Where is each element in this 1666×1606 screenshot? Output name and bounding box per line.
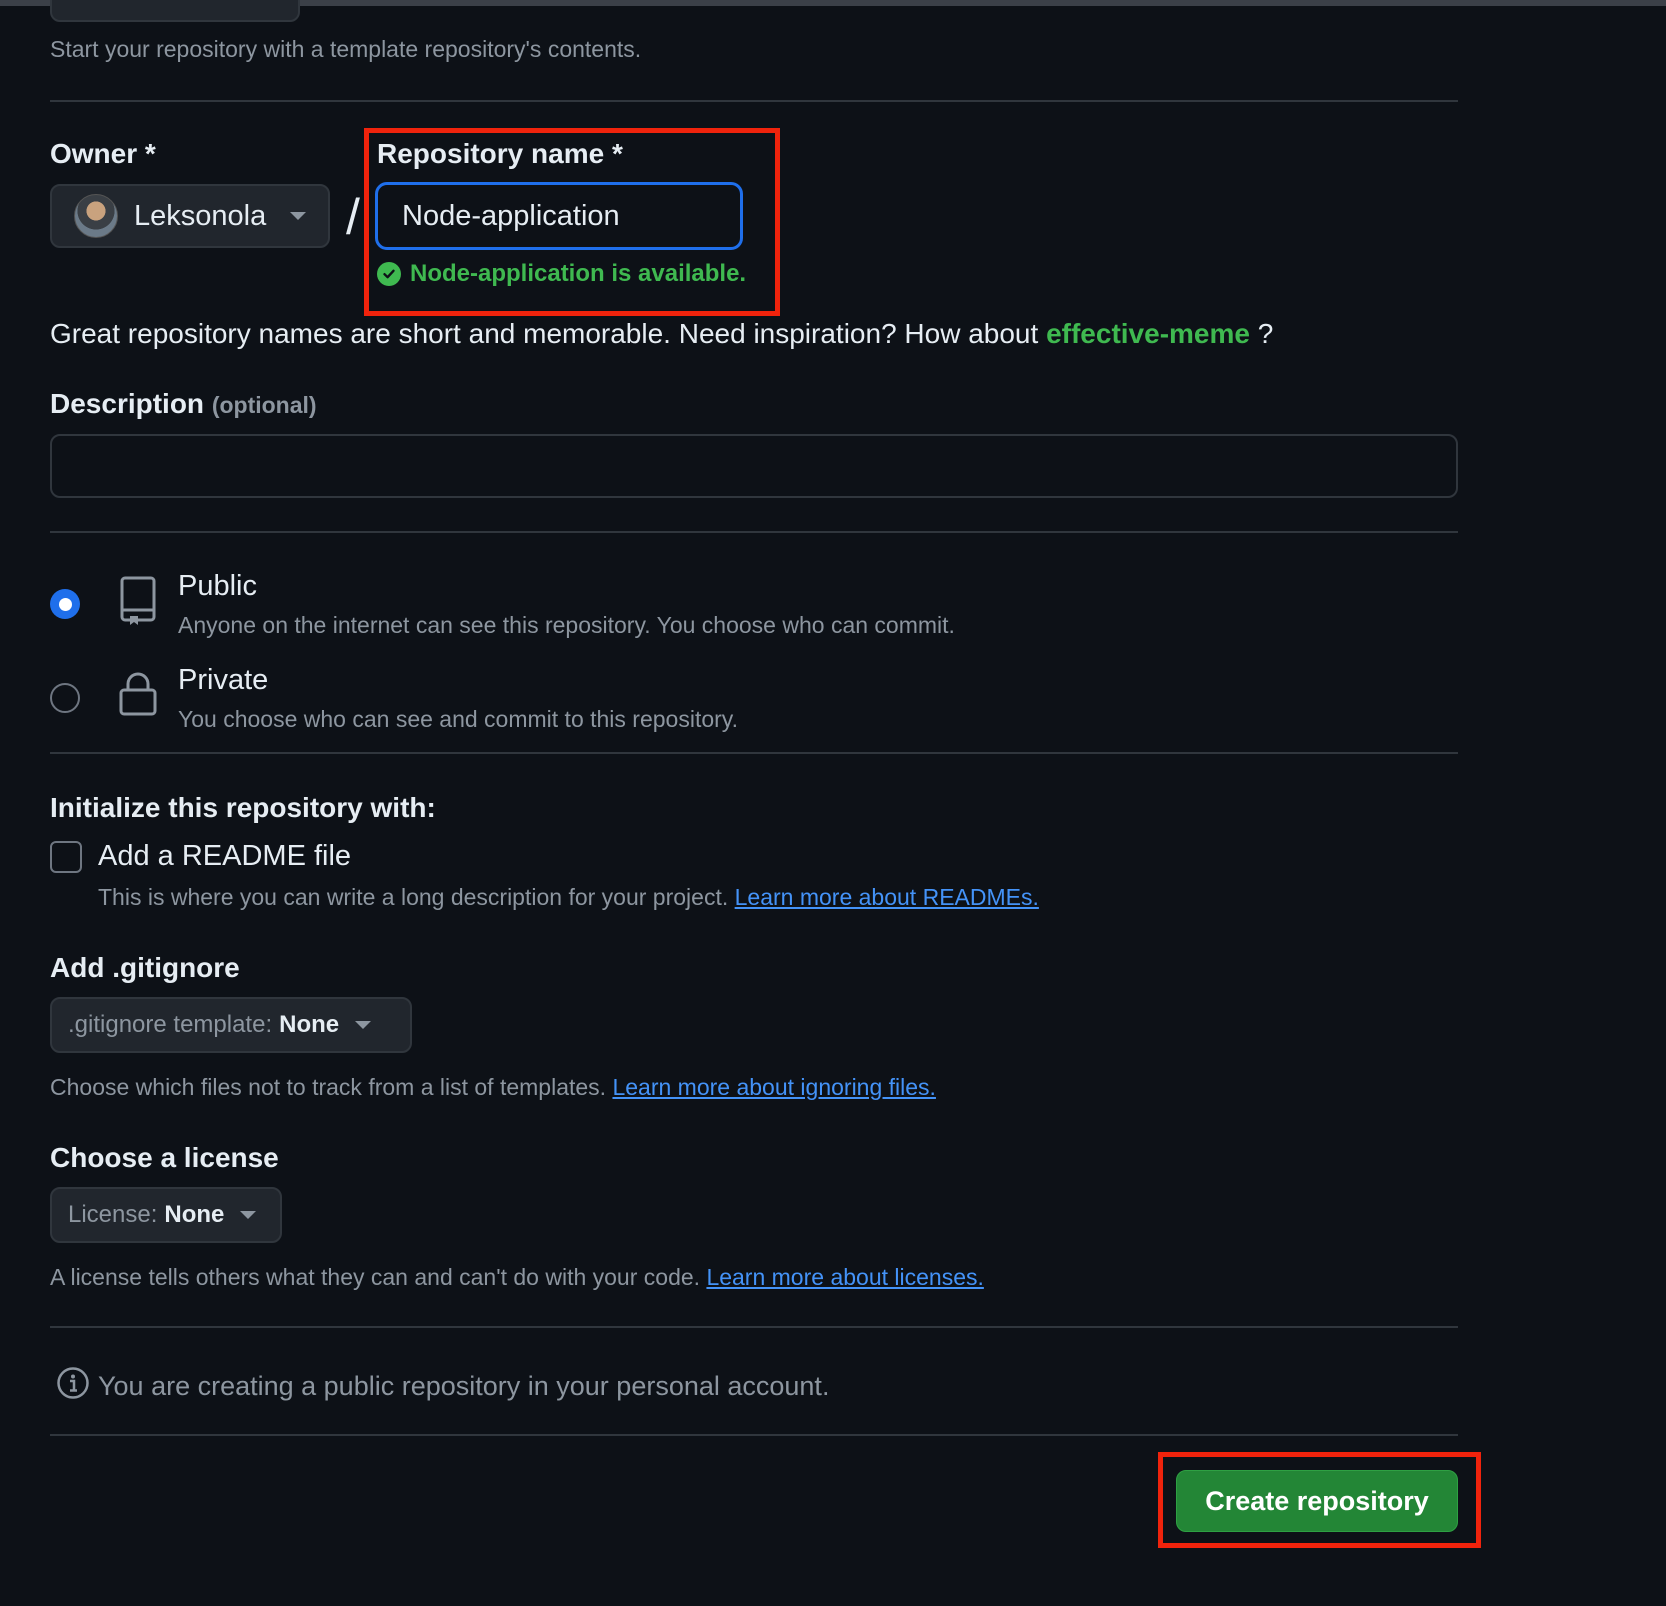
chevron-down-icon — [290, 212, 307, 220]
private-title: Private — [178, 664, 269, 696]
repo-icon — [118, 576, 158, 631]
optional-hint: (optional) — [211, 392, 317, 418]
gitignore-heading: Add .gitignore — [50, 952, 240, 983]
template-select-partial[interactable] — [50, 0, 300, 22]
gitignore-select[interactable]: .gitignore template: None — [50, 997, 412, 1053]
license-learn-more-link[interactable]: Learn more about licenses. — [706, 1264, 983, 1290]
gitignore-select-value: None — [279, 1011, 340, 1038]
readme-learn-more-link[interactable]: Learn more about READMEs. — [735, 884, 1039, 910]
gitignore-desc-text: Choose which files not to track from a l… — [50, 1074, 607, 1100]
gitignore-learn-more-link[interactable]: Learn more about ignoring files. — [612, 1074, 935, 1100]
notice-text: You are creating a public repository in … — [98, 1371, 830, 1401]
divider — [50, 100, 1458, 102]
owner-name: Leksonola — [134, 199, 267, 232]
lock-icon — [118, 672, 158, 723]
divider — [50, 1434, 1458, 1436]
avatar — [74, 194, 118, 238]
owner-repo-separator: / — [346, 189, 360, 245]
readme-desc-text: This is where you can write a long descr… — [98, 884, 729, 910]
divider — [50, 1326, 1458, 1328]
license-select[interactable]: License: None — [50, 1187, 282, 1243]
chevron-down-icon — [240, 1211, 257, 1219]
inspiration-suffix: ? — [1257, 318, 1274, 349]
visibility-notice: You are creating a public repository in … — [56, 1366, 829, 1407]
inspiration-text: Great repository names are short and mem… — [50, 318, 1273, 350]
gitignore-select-prefix: .gitignore template: — [68, 1011, 273, 1038]
initialize-heading: Initialize this repository with: — [50, 792, 436, 823]
owner-label: Owner * — [50, 138, 156, 169]
readme-description: This is where you can write a long descr… — [98, 884, 1039, 911]
license-select-prefix: License: — [68, 1201, 158, 1228]
readme-label[interactable]: Add a README file — [98, 840, 351, 873]
readme-checkbox[interactable] — [50, 841, 82, 873]
template-description: Start your repository with a template re… — [50, 36, 642, 62]
info-icon — [56, 1366, 90, 1407]
description-label-text: Description — [50, 388, 205, 419]
gitignore-description: Choose which files not to track from a l… — [50, 1074, 936, 1101]
license-heading: Choose a license — [50, 1142, 279, 1173]
divider — [50, 752, 1458, 754]
chevron-down-icon — [355, 1021, 372, 1029]
highlight-annotation-create-button — [1158, 1452, 1481, 1548]
public-description: Anyone on the internet can see this repo… — [178, 612, 955, 638]
inspiration-lead: Great repository names are short and mem… — [50, 318, 1039, 349]
owner-select[interactable]: Leksonola — [50, 184, 330, 248]
description-label: Description (optional) — [50, 388, 317, 420]
license-select-value: None — [164, 1201, 225, 1228]
description-input[interactable] — [50, 434, 1458, 498]
public-title: Public — [178, 570, 257, 602]
highlight-annotation-repo-name — [364, 128, 780, 316]
private-description: You choose who can see and commit to thi… — [178, 706, 738, 732]
license-desc-text: A license tells others what they can and… — [50, 1264, 701, 1290]
license-description: A license tells others what they can and… — [50, 1264, 984, 1291]
private-radio[interactable] — [50, 683, 80, 713]
name-suggestion-link[interactable]: effective-meme — [1046, 318, 1250, 349]
divider — [50, 531, 1458, 533]
public-radio[interactable] — [50, 589, 80, 619]
